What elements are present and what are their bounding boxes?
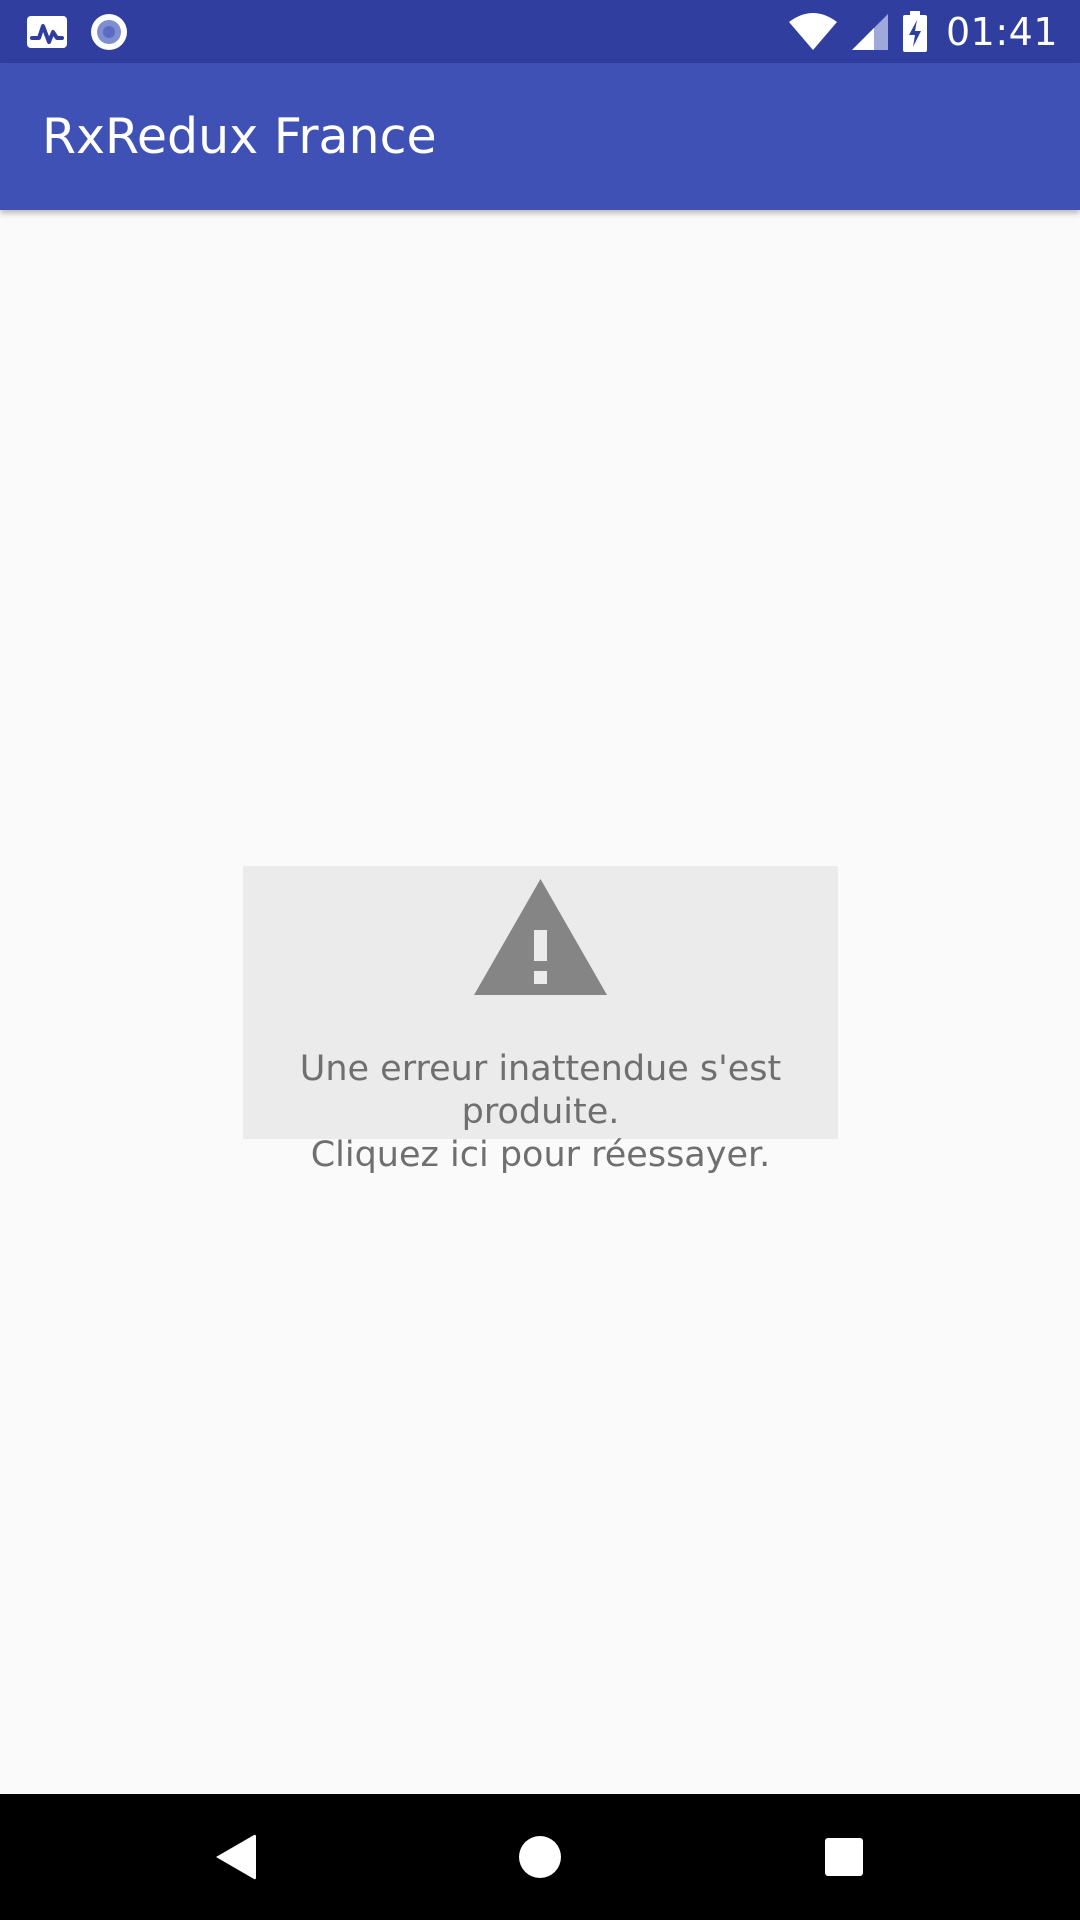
screen: 01:41 RxRedux France Une erreur inattend… <box>0 0 1080 1920</box>
back-button[interactable] <box>196 1817 276 1897</box>
error-message: Une erreur inattendue s'est produite. Cl… <box>299 1049 782 1175</box>
navigation-bar <box>0 1794 1080 1920</box>
wifi-icon <box>788 12 837 50</box>
recents-button[interactable] <box>804 1817 884 1897</box>
retry-error-panel[interactable]: Une erreur inattendue s'est produite. Cl… <box>243 866 838 1175</box>
home-button[interactable] <box>500 1817 580 1897</box>
status-bar: 01:41 <box>0 0 1080 63</box>
back-icon <box>216 1834 256 1880</box>
activity-monitor-icon <box>27 16 67 48</box>
app-title: RxRedux France <box>42 108 437 165</box>
cellular-signal-icon <box>851 13 888 50</box>
battery-charging-icon <box>902 10 927 52</box>
home-icon <box>519 1836 561 1878</box>
recents-icon <box>825 1838 863 1876</box>
status-time: 01:41 <box>945 9 1058 54</box>
status-right-group: 01:41 <box>788 0 1058 63</box>
app-bar: RxRedux France <box>0 63 1080 210</box>
record-icon <box>91 14 127 50</box>
warning-icon <box>474 879 607 995</box>
